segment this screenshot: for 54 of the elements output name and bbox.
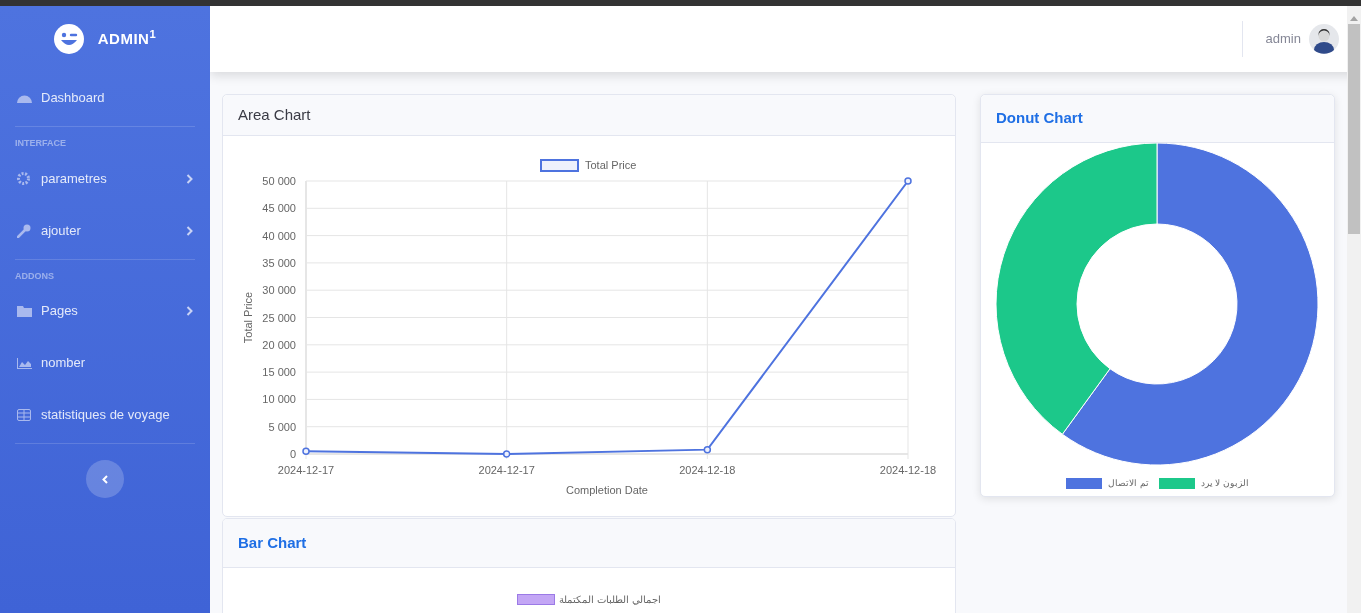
x-tick-label: 2024-12-17 <box>277 464 335 476</box>
legend-label[interactable]: Total Price <box>585 159 637 171</box>
sidebar-item[interactable]: parametres <box>15 152 195 205</box>
axis-title: Completion Date <box>566 484 648 496</box>
avatar-icon[interactable] <box>1309 24 1339 54</box>
legend-swatch[interactable] <box>517 594 556 605</box>
y-tick-label: 15 000 <box>262 366 296 379</box>
card-title: Bar Chart <box>238 532 307 553</box>
smiley-icon <box>53 24 84 54</box>
y-tick-label: 45 000 <box>262 202 296 215</box>
legend-label[interactable]: اجمالي الطلبات المكتملة <box>559 594 661 606</box>
wrench-icon <box>17 223 31 238</box>
scrollbar[interactable] <box>1347 6 1361 613</box>
sidebar-item[interactable]: statistiques de voyage <box>15 389 195 441</box>
brand-name[interactable]: ADMIN$^{1}$ <box>97 27 157 51</box>
y-tick-label: 50 000 <box>262 175 296 187</box>
data-point <box>904 177 912 185</box>
legend-swatch[interactable] <box>1158 478 1195 490</box>
legend-label[interactable]: الزبون لا يرد <box>1200 477 1249 491</box>
table-icon <box>17 409 31 421</box>
section-heading: INTERFACE <box>15 137 67 150</box>
y-tick-label: 25 000 <box>262 311 296 324</box>
data-point <box>502 450 511 458</box>
x-tick-label: 2024-12-18 <box>879 464 937 476</box>
sidebar-item[interactable]: Dashboard <box>15 72 195 124</box>
scrollbar-thumb[interactable] <box>1348 24 1360 234</box>
y-tick-label: 35 000 <box>262 256 296 269</box>
legend-swatch[interactable] <box>540 159 579 172</box>
sidebar-item[interactable]: ajouter <box>15 204 195 257</box>
scroll-up-icon[interactable] <box>1350 16 1358 21</box>
sidebar-item[interactable]: Pages <box>15 285 195 337</box>
y-tick-label: 0 <box>289 448 296 460</box>
legend-label[interactable]: تم الاتصال <box>1108 477 1149 491</box>
area-chart-icon <box>17 357 32 369</box>
section-heading: ADDONS <box>15 269 55 283</box>
x-tick-label: 2024-12-17 <box>478 464 535 476</box>
y-tick-label: 5 000 <box>268 420 296 433</box>
axis-title: Total Price <box>242 291 254 344</box>
data-point <box>302 447 310 455</box>
x-tick-label: 2024-12-18 <box>679 464 736 476</box>
chevron-left-icon <box>102 474 108 484</box>
sidebar-toggle-button[interactable] <box>86 460 124 498</box>
gear-icon <box>17 172 30 185</box>
user-name[interactable]: admin <box>1265 29 1301 49</box>
card-title: Area Chart <box>238 104 311 125</box>
y-tick-label: 40 000 <box>262 229 296 242</box>
card-title: Donut Chart <box>996 108 1083 129</box>
y-tick-label: 10 000 <box>262 393 296 406</box>
sidebar-item[interactable]: nomber <box>15 337 195 389</box>
data-point <box>703 445 712 454</box>
y-tick-label: 20 000 <box>262 338 296 351</box>
y-tick-label: 30 000 <box>262 284 296 297</box>
legend-swatch[interactable] <box>1066 478 1103 490</box>
folder-icon <box>17 305 32 317</box>
